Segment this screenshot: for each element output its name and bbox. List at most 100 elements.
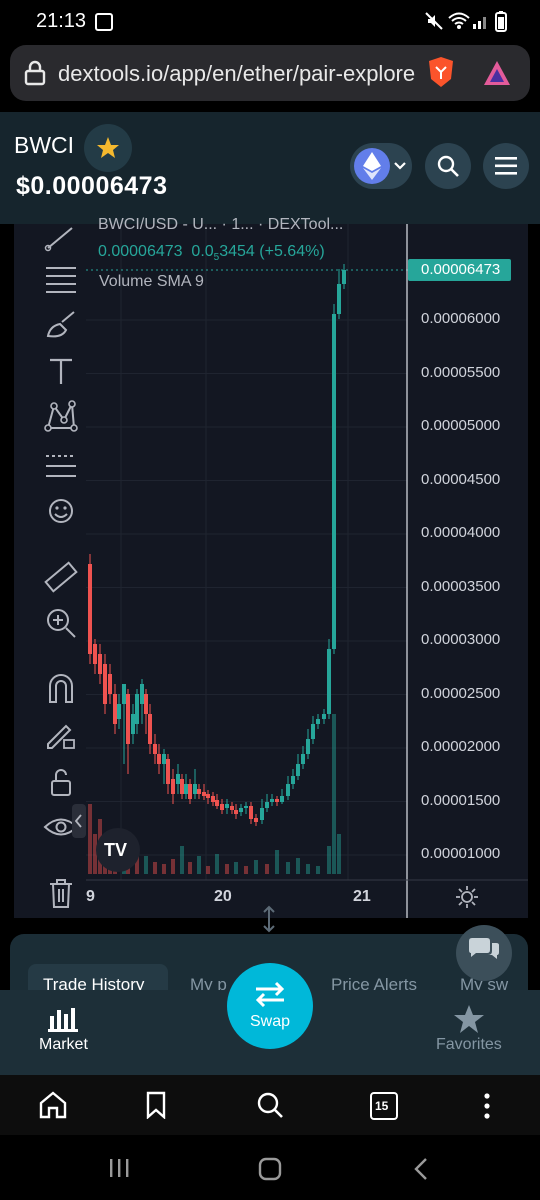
candle-body: [306, 739, 310, 754]
candle-body: [296, 764, 300, 776]
candle-body: [108, 674, 112, 694]
system-nav-bar: [0, 1135, 540, 1200]
system-home-icon[interactable]: [258, 1157, 282, 1181]
volume-bar: [275, 850, 279, 874]
volume-bar: [234, 862, 238, 874]
brave-rewards-icon[interactable]: [482, 59, 512, 87]
candle-body: [337, 284, 341, 314]
mute-icon: [425, 12, 443, 30]
candle-body: [244, 806, 248, 808]
recents-icon[interactable]: [108, 1157, 130, 1179]
url-text[interactable]: dextools.io/app/en/ether/pair-explore: [58, 61, 424, 87]
candle-body: [327, 649, 331, 714]
price-axis-label: 0.00002000: [421, 738, 501, 755]
volume-bar: [286, 862, 290, 874]
current-price-tag-text: 0.00006473: [421, 261, 501, 278]
brave-shield-icon[interactable]: [426, 55, 456, 89]
swap-icon: [255, 981, 285, 1007]
candle-body: [249, 806, 253, 819]
chat-button[interactable]: [456, 925, 512, 981]
emoji-icon[interactable]: [42, 492, 80, 530]
tabs-button[interactable]: 15: [370, 1092, 398, 1120]
candle-body: [148, 714, 152, 744]
candle-body: [188, 784, 192, 799]
volume-bar: [188, 862, 192, 874]
chart-legend-values: 0.00006473 0.053454 (+5.64%): [98, 243, 325, 263]
bookmark-icon[interactable]: [145, 1091, 167, 1119]
candle-body: [254, 818, 258, 822]
nav-favorites[interactable]: Favorites: [436, 1036, 502, 1054]
tab-count: 15: [375, 1099, 389, 1113]
volume-bar: [306, 864, 310, 874]
text-icon[interactable]: [42, 352, 80, 390]
trend-line-icon[interactable]: [42, 218, 80, 256]
star-icon: [97, 137, 119, 158]
volume-bar: [265, 864, 269, 874]
ruler-icon[interactable]: [42, 558, 80, 596]
lock-icon: [24, 60, 46, 86]
chain-selector[interactable]: [350, 143, 412, 189]
back-icon[interactable]: [412, 1157, 430, 1181]
candle-body: [197, 789, 201, 794]
chart-settings-icon[interactable]: [455, 885, 479, 909]
browser-search-icon[interactable]: [256, 1091, 284, 1119]
browser-url-bar[interactable]: dextools.io/app/en/ether/pair-explore: [10, 45, 530, 101]
search-icon: [437, 155, 459, 177]
pair-header: BWCI $0.00006473: [0, 112, 540, 224]
legend-change-rest: 3454 (+5.64%): [219, 243, 325, 260]
browser-toolbar: 15: [0, 1075, 540, 1135]
candle-body: [88, 564, 92, 654]
candle-body: [230, 806, 234, 810]
candle-body: [275, 799, 279, 802]
candle-body: [260, 808, 264, 820]
trash-icon[interactable]: [42, 874, 80, 912]
volume-bar: [215, 854, 219, 874]
volume-bar: [225, 864, 229, 874]
pair-name: BWCI: [14, 132, 75, 158]
tradingview-logo[interactable]: TV: [96, 828, 140, 872]
candle-body: [184, 784, 188, 794]
price-chart[interactable]: [86, 224, 528, 918]
unlock-icon[interactable]: [42, 764, 80, 802]
status-bar: 21:13: [0, 0, 540, 44]
candle-body: [144, 694, 148, 714]
price-axis-label: 0.00002500: [421, 684, 501, 702]
home-icon[interactable]: [38, 1091, 68, 1119]
candle-body: [220, 804, 224, 810]
candle-body: [135, 694, 139, 724]
candle-body: [342, 270, 346, 284]
volume-indicator-label[interactable]: Volume SMA 9: [99, 273, 204, 291]
candle-body: [162, 754, 166, 764]
price-axis-label: 0.00001500: [421, 791, 501, 809]
chevron-left-icon: [75, 814, 82, 828]
search-button[interactable]: [425, 143, 471, 189]
pattern-icon[interactable]: [42, 398, 80, 436]
brush-icon[interactable]: [42, 306, 80, 344]
swap-button[interactable]: Swap: [227, 963, 313, 1049]
candle-body: [239, 808, 243, 812]
candle-body: [225, 804, 229, 808]
prediction-icon[interactable]: [42, 446, 80, 484]
magnet-icon[interactable]: [42, 670, 80, 708]
candle-body: [286, 784, 290, 796]
candle-body: [140, 684, 144, 704]
candle-body: [316, 719, 320, 724]
price-axis-label: 0.00003000: [421, 631, 501, 648]
menu-button[interactable]: [483, 143, 529, 189]
favorite-button[interactable]: [84, 124, 132, 172]
lock-drawings-icon[interactable]: [42, 716, 80, 754]
nav-market[interactable]: Market: [39, 1036, 88, 1054]
drawing-toolbar: [14, 224, 86, 918]
resize-handle-icon[interactable]: [261, 904, 277, 934]
candle-body: [265, 802, 269, 808]
favorites-star-icon: [454, 1005, 484, 1033]
zoom-in-icon[interactable]: [42, 604, 80, 642]
volume-bar: [171, 859, 175, 874]
more-options-icon[interactable]: [482, 1093, 492, 1119]
fib-retracement-icon[interactable]: [42, 260, 80, 298]
chat-icon: [469, 938, 499, 959]
volume-bar: [180, 846, 184, 874]
time-label-20: 20: [214, 888, 232, 905]
volume-bar: [337, 834, 341, 874]
candle-body: [211, 796, 215, 802]
